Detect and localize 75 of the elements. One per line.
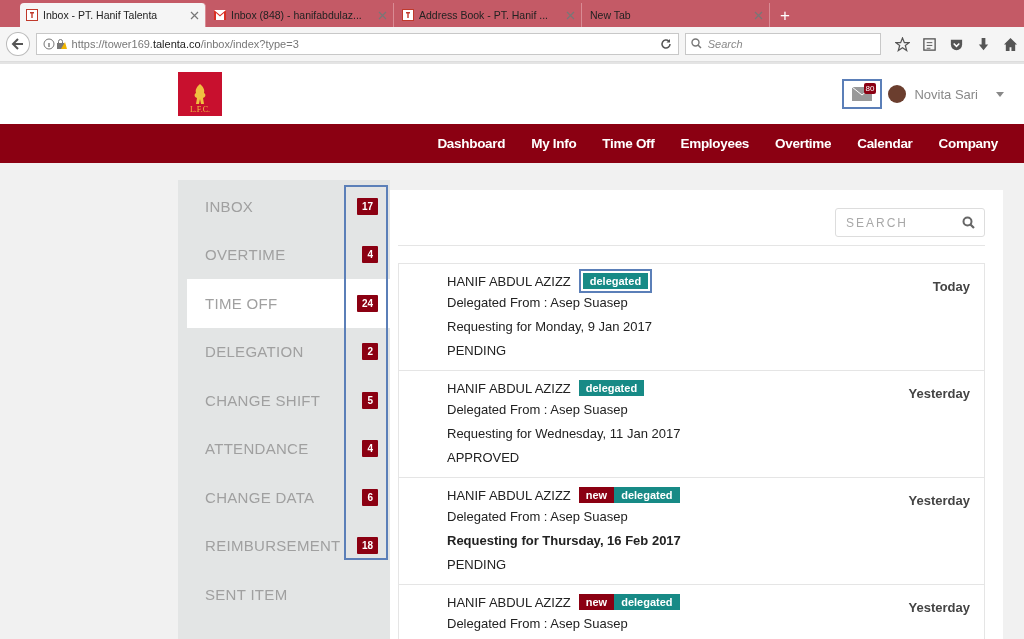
browser-search-field[interactable]: Search (684, 33, 881, 55)
message-date: Today (932, 278, 970, 296)
search-icon (690, 38, 702, 49)
info-lock-icon[interactable] (42, 38, 67, 50)
close-icon[interactable] (190, 10, 199, 20)
count-badge: 4 (362, 440, 378, 458)
star-icon[interactable] (895, 36, 910, 52)
status-tag: delegated (614, 594, 680, 610)
sender-name: HANIF ABDUL AZIZZ (447, 273, 571, 289)
site-icon (402, 9, 414, 21)
new-tab-button[interactable]: + (772, 5, 798, 27)
club-logo[interactable]: L.F.C. (178, 72, 222, 116)
sender-name: HANIF ABDUL AZIZZ (447, 380, 571, 396)
nav-link[interactable]: Overtime (775, 136, 832, 151)
sender-name: HANIF ABDUL AZIZZ (447, 487, 571, 503)
avatar[interactable] (888, 85, 907, 103)
delegated-from: Delegated From : Asep Suasep (447, 294, 629, 312)
message-row[interactable]: HANIF ABDUL AZIZZ delegated Delegated From : Asep Suasep Requesting for Wednesday, 11 Jan 2017 APPROVED Yesterday (398, 370, 985, 477)
message-date: Yesterday (908, 599, 970, 617)
sidebar-item[interactable]: REIMBURSEMENT 18 (187, 521, 390, 570)
status-tag: new (578, 487, 615, 503)
request-status: PENDING (447, 556, 508, 574)
count-badge: 6 (362, 488, 378, 506)
mail-icon (214, 9, 226, 21)
site-icon (26, 9, 38, 21)
nav-link[interactable]: Dashboard (437, 136, 506, 151)
address-bar[interactable]: https://tower169.talenta.co/inbox/index?type=3 (35, 33, 679, 55)
search-icon[interactable] (962, 216, 975, 229)
nav-link[interactable]: Employees (680, 136, 750, 151)
reload-icon[interactable] (659, 38, 672, 50)
request-status: PENDING (447, 342, 508, 360)
nav-link[interactable]: Company (938, 136, 998, 151)
count-badge: 24 (356, 294, 378, 312)
count-badge: 18 (356, 537, 378, 555)
sidebar-item[interactable]: CHANGE DATA 6 (187, 473, 390, 522)
nav-link[interactable]: My Info (531, 136, 577, 151)
status-tag: new (578, 594, 615, 610)
status-tag: delegated (578, 269, 653, 293)
request-date: Requesting for Wednesday, 11 Jan 2017 (447, 425, 682, 443)
message-row[interactable]: HANIF ABDUL AZIZZ new delegated Delegated From : Asep Suasep Requesting for Thursday, 16 Feb 2017 PENDING Yesterday (398, 477, 985, 584)
messages-button[interactable]: 80 (842, 79, 883, 109)
caret-icon[interactable] (996, 91, 1004, 97)
status-tag: delegated (614, 487, 680, 503)
nav-link[interactable]: Calendar (857, 136, 913, 151)
message-date: Yesterday (908, 492, 970, 510)
delegated-from: Delegated From : Asep Suasep (447, 508, 629, 526)
sender-name: HANIF ABDUL AZIZZ (447, 594, 571, 610)
sidebar-item[interactable]: TIME OFF 24 (187, 279, 390, 328)
home-icon[interactable] (1003, 36, 1018, 52)
delegated-from: Delegated From : Asep Suasep (447, 401, 629, 419)
reader-icon[interactable] (922, 36, 937, 52)
request-date: Requesting for Thursday, 16 Feb 2017 (447, 532, 682, 550)
delegated-from: Delegated From : Asep Suasep (447, 615, 629, 633)
sidebar-item[interactable]: DELEGATION 2 (187, 327, 390, 376)
browser-tab[interactable]: Inbox - PT. Hanif Talenta (20, 3, 206, 27)
request-status: APPROVED (447, 449, 521, 467)
count-badge: 5 (362, 391, 378, 409)
message-row[interactable]: HANIF ABDUL AZIZZ delegated Delegated From : Asep Suasep Requesting for Monday, 9 Jan 2017 PENDING Today (398, 263, 985, 370)
status-tag: delegated (578, 380, 645, 396)
message-count: 80 (863, 83, 877, 94)
count-badge: 2 (362, 343, 378, 361)
back-icon[interactable] (10, 37, 25, 51)
sidebar-item[interactable]: OVERTIME 4 (187, 230, 390, 279)
back-button[interactable] (6, 32, 30, 56)
request-date: Requesting for Monday, 9 Jan 2017 (447, 318, 653, 336)
search-field[interactable]: SEARCH (835, 208, 985, 237)
sidebar-item[interactable]: CHANGE SHIFT 5 (187, 376, 390, 425)
sidebar-item[interactable]: ATTENDANCE 4 (187, 424, 390, 473)
count-badge: 4 (362, 246, 378, 264)
message-date: Yesterday (908, 385, 970, 403)
count-badge: 17 (356, 197, 378, 215)
message-row[interactable]: HANIF ABDUL AZIZZ new delegated Delegated From : Asep Suasep Yesterday (398, 584, 985, 639)
sidebar-item[interactable]: INBOX 17 (187, 182, 390, 231)
nav-link[interactable]: Time Off (602, 136, 655, 151)
user-name[interactable]: Novita Sari (914, 86, 978, 102)
